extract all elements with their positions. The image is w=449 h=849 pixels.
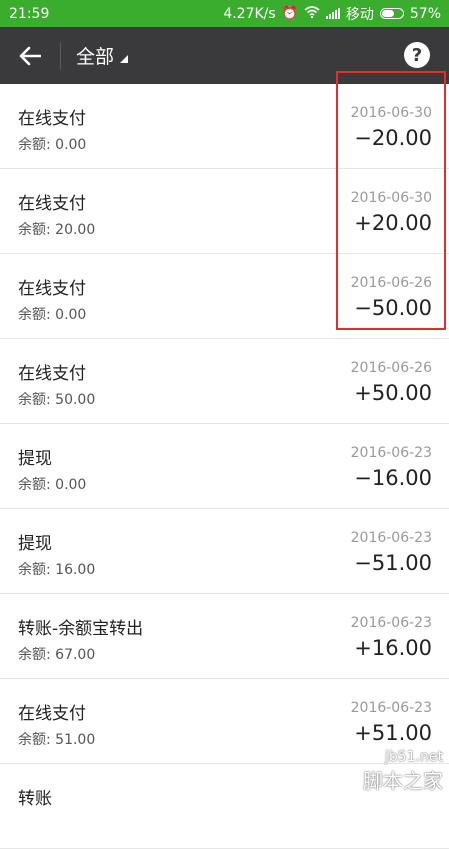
transaction-amount: −51.00	[354, 551, 432, 575]
signal-icon	[325, 8, 340, 19]
wifi-icon	[304, 5, 320, 22]
help-icon: ?	[411, 44, 423, 66]
filter-label: 全部	[76, 46, 115, 68]
transaction-title: 提现	[18, 534, 52, 554]
status-time: 21:59	[9, 5, 50, 22]
transaction-balance: 余额: 16.00	[18, 562, 96, 578]
transaction-title: 在线支付	[18, 364, 86, 384]
transaction-row[interactable]: 提现 余额: 16.00 2016-06-23 −51.00	[0, 509, 449, 594]
transaction-balance: 余额: 51.00	[18, 732, 96, 748]
network-speed: 4.27K/s	[223, 5, 276, 22]
transaction-balance: 余额: 0.00	[18, 307, 87, 323]
transaction-balance: 余额: 50.00	[18, 392, 96, 408]
transaction-title: 在线支付	[18, 109, 86, 129]
transaction-row[interactable]: 在线支付 余额: 50.00 2016-06-26 +50.00	[0, 339, 449, 424]
transaction-title: 转账-余额宝转出	[18, 619, 144, 639]
transaction-date: 2016-06-26	[350, 360, 432, 376]
toolbar-divider	[60, 41, 61, 70]
transaction-list: 在线支付 余额: 0.00 2016-06-30 −20.00 在线支付 余额:…	[0, 84, 449, 849]
transaction-date: 2016-06-23	[350, 445, 432, 461]
transaction-amount: +20.00	[354, 211, 432, 235]
transaction-row[interactable]: 转账	[0, 764, 449, 849]
transaction-date: 2016-06-23	[350, 615, 432, 631]
toolbar: 全部 ?	[0, 27, 449, 84]
help-button[interactable]: ?	[404, 42, 430, 68]
transaction-balance: 余额: 0.00	[18, 137, 87, 153]
transaction-row[interactable]: 在线支付 余额: 20.00 2016-06-30 +20.00	[0, 169, 449, 254]
battery-percent: 57%	[409, 5, 441, 22]
transaction-date: 2016-06-26	[350, 275, 432, 291]
transaction-date: 2016-06-23	[350, 530, 432, 546]
status-bar: 21:59 4.27K/s ⏰ 移动 57%	[0, 0, 449, 27]
transaction-amount: −20.00	[354, 126, 432, 150]
transaction-balance: 余额: 67.00	[18, 647, 96, 663]
transaction-row[interactable]: 在线支付 余额: 51.00 2016-06-23 +51.00	[0, 679, 449, 764]
battery-icon	[379, 8, 404, 19]
transaction-amount: −16.00	[354, 466, 432, 490]
transaction-row[interactable]: 提现 余额: 0.00 2016-06-23 −16.00	[0, 424, 449, 509]
transaction-date: 2016-06-23	[350, 700, 432, 716]
transaction-title: 在线支付	[18, 194, 86, 214]
transaction-balance: 余额: 0.00	[18, 477, 87, 493]
transaction-title: 转账	[18, 789, 52, 809]
filter-dropdown[interactable]: 全部	[76, 42, 129, 69]
transaction-row[interactable]: 在线支付 余额: 0.00 2016-06-26 −50.00	[0, 254, 449, 339]
transaction-date: 2016-06-30	[350, 105, 432, 121]
transaction-title: 提现	[18, 449, 52, 469]
transaction-row[interactable]: 在线支付 余额: 0.00 2016-06-30 −20.00	[0, 84, 449, 169]
transaction-title: 在线支付	[18, 704, 86, 724]
back-arrow-icon	[19, 46, 41, 65]
transaction-amount: +50.00	[354, 381, 432, 405]
carrier-label: 移动	[345, 6, 374, 23]
status-right: 4.27K/s ⏰ 移动 57%	[223, 4, 441, 24]
back-button[interactable]	[0, 27, 60, 84]
transaction-date: 2016-06-30	[350, 190, 432, 206]
dropdown-caret-icon	[120, 54, 129, 63]
transaction-amount: +51.00	[354, 721, 432, 745]
transaction-title: 在线支付	[18, 279, 86, 299]
alarm-icon: ⏰	[281, 6, 298, 21]
transaction-row[interactable]: 转账-余额宝转出 余额: 67.00 2016-06-23 +16.00	[0, 594, 449, 679]
transaction-amount: +16.00	[354, 636, 432, 660]
transaction-balance: 余额: 20.00	[18, 222, 96, 238]
transaction-amount: −50.00	[354, 296, 432, 320]
